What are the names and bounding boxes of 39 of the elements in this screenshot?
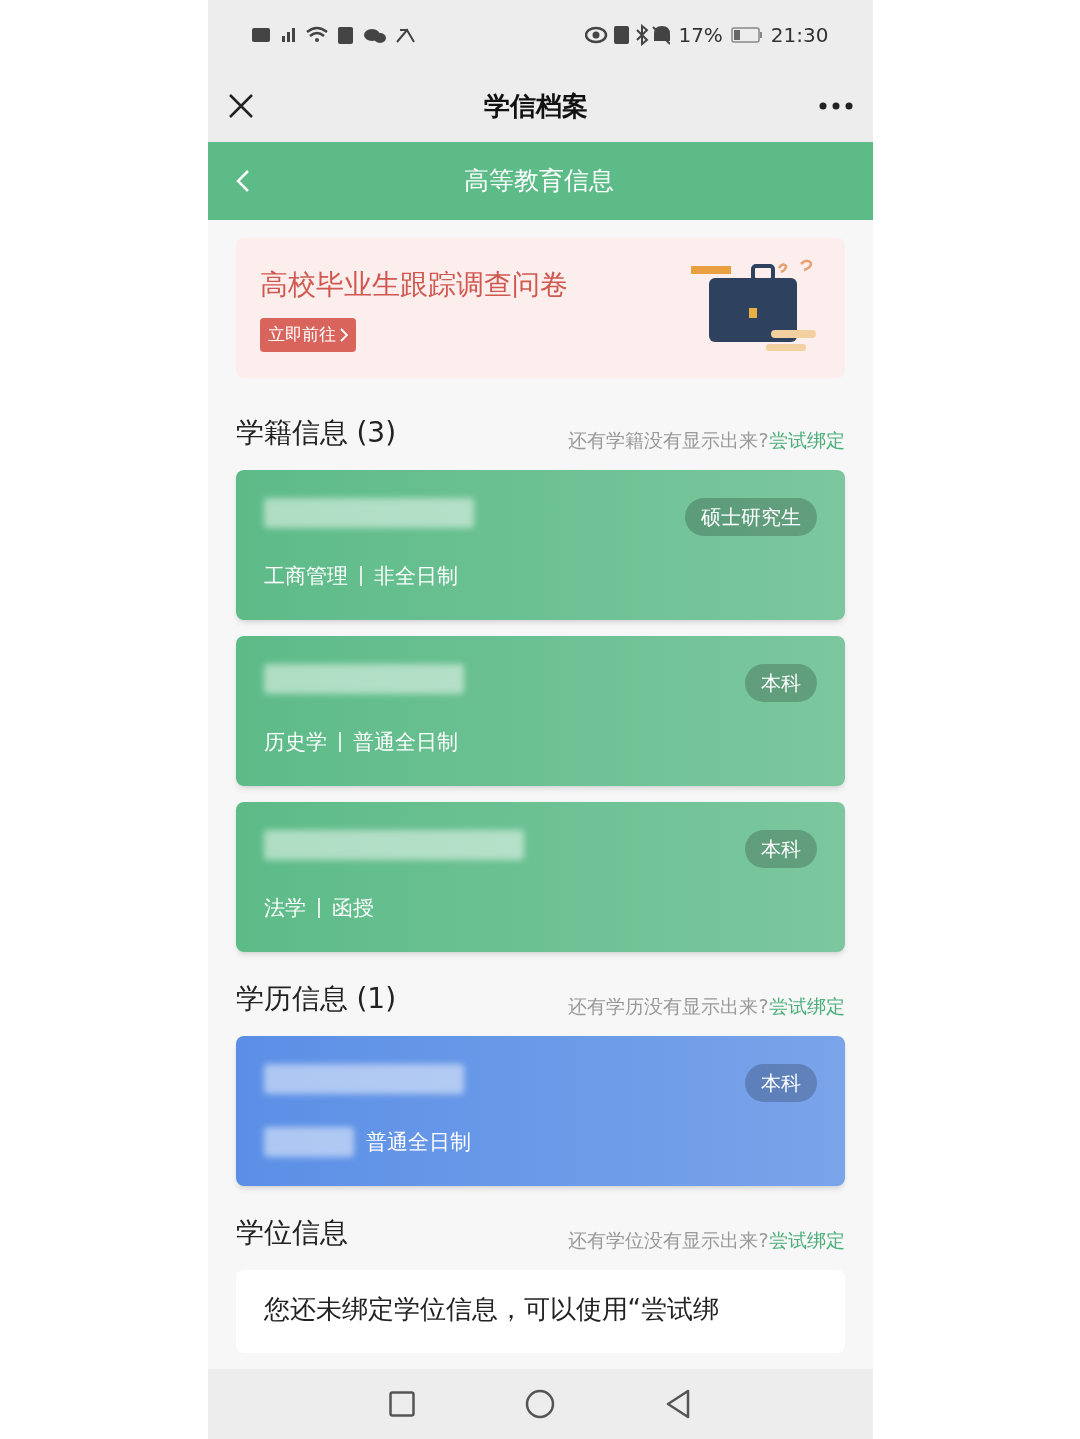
card-subtitle: 普通全日制 — [365, 1128, 471, 1156]
square-nav-icon[interactable] — [389, 1391, 415, 1417]
card-subtitle: 普通全日制 — [352, 728, 458, 756]
degree-badge: 本科 — [744, 664, 817, 702]
page-title: 高等教育信息 — [463, 165, 615, 198]
go-button[interactable]: 立即前往 — [259, 318, 356, 352]
section-hint: 还有学历没有显示出来? — [568, 993, 769, 1019]
window-title: 学信档案 — [484, 89, 588, 123]
card-subtitle: 非全日制 — [373, 562, 458, 590]
home-nav-icon[interactable] — [525, 1389, 555, 1419]
battery-percent: 17% — [678, 22, 723, 49]
close-icon[interactable] — [227, 93, 254, 119]
degree-badge: 本科 — [744, 830, 817, 868]
more-icon[interactable] — [818, 102, 853, 110]
chevron-icon — [339, 328, 348, 342]
section-hint: 还有学籍没有显示出来? — [568, 427, 769, 453]
card-subtitle: 法学 — [263, 894, 306, 922]
battery-icon — [730, 27, 763, 43]
banner-title: 高校毕业生跟踪调查问卷 — [259, 267, 568, 304]
card-subtitle: 工商管理 — [263, 562, 348, 590]
bind-link[interactable]: 尝试绑定 — [768, 991, 845, 1020]
record-card[interactable]: 硕士研究生 工商管理 非全日制 — [235, 470, 845, 620]
record-card[interactable]: 本科 法学 函授 — [235, 802, 845, 952]
back-nav-icon[interactable] — [665, 1389, 691, 1419]
section-title: 学历信息 (1) — [235, 981, 397, 1017]
empty-message: 您还未绑定学位信息，可以使用“尝试绑 — [263, 1294, 719, 1324]
section-title: 学位信息 — [235, 1215, 348, 1251]
record-card[interactable]: 本科 普通全日制 — [235, 1036, 845, 1186]
card-subtitle: 函授 — [331, 894, 374, 922]
clock: 21:30 — [770, 22, 829, 49]
degree-badge: 本科 — [744, 1064, 817, 1102]
degree-badge: 硕士研究生 — [684, 498, 817, 536]
record-card[interactable]: 本科 历史学 普通全日制 — [235, 636, 845, 786]
section-title: 学籍信息 (3) — [235, 415, 397, 451]
bind-link[interactable]: 尝试绑定 — [768, 1225, 845, 1254]
bind-link[interactable]: 尝试绑定 — [768, 425, 845, 454]
survey-banner[interactable]: 高校毕业生跟踪调查问卷 立即前往 — [235, 238, 845, 378]
section-hint: 还有学位没有显示出来? — [568, 1227, 769, 1253]
card-subtitle: 历史学 — [263, 728, 327, 756]
